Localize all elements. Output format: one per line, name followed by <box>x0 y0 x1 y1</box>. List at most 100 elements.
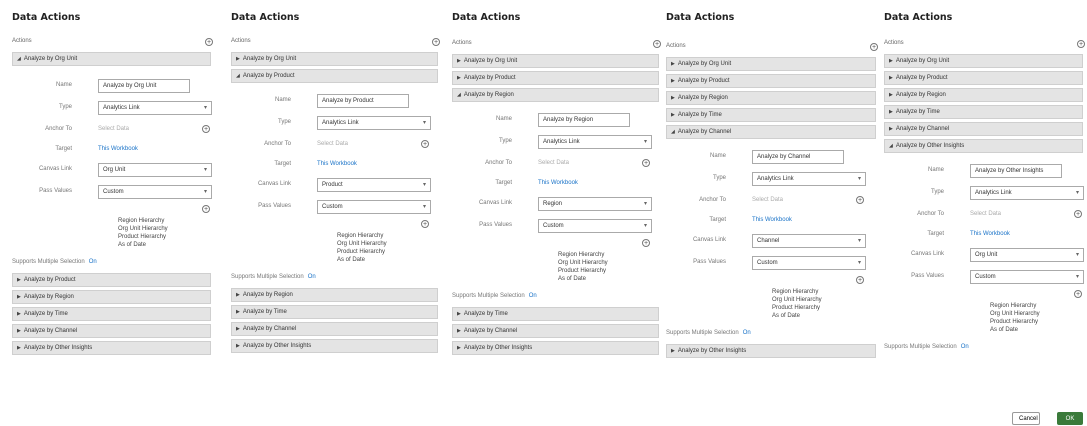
anchor-to-select[interactable]: Select Data <box>317 141 348 147</box>
canvas-link-select[interactable]: Region ▾ <box>538 197 652 211</box>
add-value-icon[interactable]: + <box>1074 290 1082 298</box>
anchor-to-select[interactable]: Select Data <box>98 126 129 132</box>
add-action-icon[interactable]: + <box>1077 40 1085 48</box>
add-action-icon[interactable]: + <box>653 40 661 48</box>
chevron-down-icon: ▾ <box>1075 252 1079 258</box>
target-link[interactable]: This Workbook <box>98 146 138 152</box>
action-row-collapsed[interactable]: ▶ Analyze by Product <box>884 71 1083 85</box>
pass-values-select[interactable]: Custom ▾ <box>98 185 212 199</box>
name-field[interactable]: Analyze by Channel <box>752 150 844 164</box>
pass-values-select[interactable]: Custom ▾ <box>317 200 431 214</box>
anchor-to-label: Anchor To <box>917 211 944 217</box>
action-row-collapsed[interactable]: ▶ Analyze by Time <box>231 305 438 319</box>
action-row-collapsed[interactable]: ▶ Analyze by Org Unit <box>231 52 438 66</box>
action-row-expanded[interactable]: ◢ Analyze by Product <box>231 69 438 83</box>
pass-values-list: Region Hierarchy Org Unit Hierarchy Produc… <box>558 251 608 283</box>
add-anchor-icon[interactable]: + <box>642 159 650 167</box>
action-row-collapsed[interactable]: ▶ Analyze by Other Insights <box>452 341 659 355</box>
name-field[interactable]: Analyze by Org Unit <box>98 79 190 93</box>
action-row-collapsed[interactable]: ▶ Analyze by Time <box>884 105 1083 119</box>
triangle-right-icon: ▶ <box>457 345 461 351</box>
action-row-collapsed[interactable]: ▶ Analyze by Other Insights <box>231 339 438 353</box>
canvas-link-select[interactable]: Product ▾ <box>317 178 431 192</box>
target-link[interactable]: This Workbook <box>538 180 578 186</box>
type-select[interactable]: Analytics Link ▾ <box>538 135 652 149</box>
sms-toggle[interactable]: On <box>743 330 751 336</box>
name-field-value: Analyze by Product <box>322 98 374 104</box>
action-row-collapsed[interactable]: ▶ Analyze by Channel <box>231 322 438 336</box>
type-select[interactable]: Analytics Link ▾ <box>752 172 866 186</box>
data-actions-panel: Data Actions Actions + ▶ Analyze by Org Unit… <box>884 0 1087 423</box>
pass-values-select[interactable]: Custom ▾ <box>752 256 866 270</box>
action-row-collapsed[interactable]: ▶ Analyze by Region <box>666 91 876 105</box>
pass-value-item: Region Hierarchy <box>118 218 165 224</box>
type-select[interactable]: Analytics Link ▾ <box>970 186 1084 200</box>
action-row-collapsed[interactable]: ▶ Analyze by Region <box>12 290 211 304</box>
type-label: Type <box>58 104 72 110</box>
ok-button[interactable]: OK <box>1057 412 1083 425</box>
action-row-expanded[interactable]: ◢ Analyze by Region <box>452 88 659 102</box>
action-row-collapsed[interactable]: ▶ Analyze by Channel <box>452 324 659 338</box>
target-link[interactable]: This Workbook <box>317 161 357 167</box>
add-value-icon[interactable]: + <box>202 205 210 213</box>
name-field[interactable]: Analyze by Other Insights <box>970 164 1062 178</box>
add-action-icon[interactable]: + <box>870 43 878 51</box>
sms-toggle[interactable]: On <box>961 344 969 350</box>
canvas-link-select[interactable]: Channel ▾ <box>752 234 866 248</box>
add-anchor-icon[interactable]: + <box>421 140 429 148</box>
action-row-expanded[interactable]: ◢ Analyze by Org Unit <box>12 52 211 66</box>
action-row-collapsed[interactable]: ▶ Analyze by Other Insights <box>666 344 876 358</box>
pass-value-item: Org Unit Hierarchy <box>118 226 168 232</box>
canvas-link-label: Canvas Link <box>257 181 291 187</box>
add-value-icon[interactable]: + <box>421 220 429 228</box>
action-row-collapsed[interactable]: ▶ Analyze by Org Unit <box>452 54 659 68</box>
name-label: Name <box>495 116 512 122</box>
action-row-collapsed[interactable]: ▶ Analyze by Org Unit <box>666 57 876 71</box>
action-row-expanded[interactable]: ◢ Analyze by Other Insights <box>884 139 1083 153</box>
add-anchor-icon[interactable]: + <box>202 125 210 133</box>
supports-multiple-selection: Supports Multiple Selection On <box>666 330 751 336</box>
sms-toggle[interactable]: On <box>529 293 537 299</box>
type-select-value: Analytics Link <box>103 105 140 111</box>
action-row-collapsed[interactable]: ▶ Analyze by Product <box>666 74 876 88</box>
add-anchor-icon[interactable]: + <box>1074 210 1082 218</box>
canvas-link-select[interactable]: Org Unit ▾ <box>970 248 1084 262</box>
type-select[interactable]: Analytics Link ▾ <box>98 101 212 115</box>
anchor-to-select[interactable]: Select Data <box>970 211 1001 217</box>
add-value-icon[interactable]: + <box>856 276 864 284</box>
canvas-link-select[interactable]: Org Unit ▾ <box>98 163 212 177</box>
add-anchor-icon[interactable]: + <box>856 196 864 204</box>
action-row-expanded[interactable]: ◢ Analyze by Channel <box>666 125 876 139</box>
action-row-collapsed[interactable]: ▶ Analyze by Time <box>666 108 876 122</box>
action-row-collapsed[interactable]: ▶ Analyze by Time <box>452 307 659 321</box>
anchor-to-select[interactable]: Select Data <box>538 160 569 166</box>
action-row-collapsed[interactable]: ▶ Analyze by Channel <box>884 122 1083 136</box>
pass-values-select[interactable]: Custom ▾ <box>970 270 1084 284</box>
name-field[interactable]: Analyze by Region <box>538 113 630 127</box>
action-row-collapsed[interactable]: ▶ Analyze by Org Unit <box>884 54 1083 68</box>
name-field[interactable]: Analyze by Product <box>317 94 409 108</box>
pass-values-select[interactable]: Custom ▾ <box>538 219 652 233</box>
action-row-collapsed[interactable]: ▶ Analyze by Product <box>12 273 211 287</box>
type-label: Type <box>498 138 512 144</box>
triangle-right-icon: ▶ <box>671 61 675 67</box>
action-row-collapsed[interactable]: ▶ Analyze by Channel <box>12 324 211 338</box>
anchor-to-select[interactable]: Select Data <box>752 197 783 203</box>
add-action-icon[interactable]: + <box>432 38 440 46</box>
action-row-collapsed[interactable]: ▶ Analyze by Product <box>452 71 659 85</box>
cancel-button[interactable]: Cancel <box>1012 412 1040 425</box>
sms-toggle[interactable]: On <box>89 259 97 265</box>
add-action-icon[interactable]: + <box>205 38 213 46</box>
type-select[interactable]: Analytics Link ▾ <box>317 116 431 130</box>
action-row-collapsed[interactable]: ▶ Analyze by Other Insights <box>12 341 211 355</box>
sms-label: Supports Multiple Selection <box>884 344 957 350</box>
action-row-label: Analyze by Time <box>242 309 287 315</box>
action-row-collapsed[interactable]: ▶ Analyze by Region <box>231 288 438 302</box>
target-link[interactable]: This Workbook <box>970 231 1010 237</box>
sms-toggle[interactable]: On <box>308 274 316 280</box>
add-value-icon[interactable]: + <box>642 239 650 247</box>
action-row-collapsed[interactable]: ▶ Analyze by Time <box>12 307 211 321</box>
target-link[interactable]: This Workbook <box>752 217 792 223</box>
action-row-collapsed[interactable]: ▶ Analyze by Region <box>884 88 1083 102</box>
canvas-link-select-value: Channel <box>757 238 780 244</box>
